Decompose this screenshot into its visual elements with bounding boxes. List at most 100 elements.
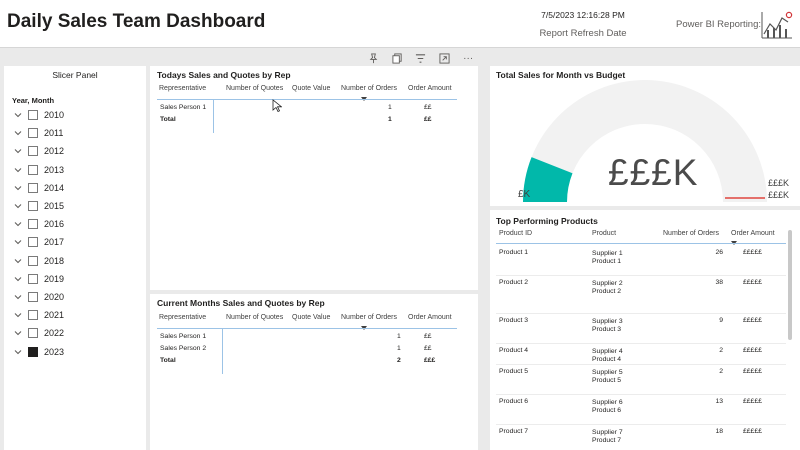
supplier-name: Supplier 3	[592, 318, 623, 325]
brand-logo	[761, 11, 793, 39]
column-header[interactable]: Number of Orders	[341, 85, 397, 92]
column-header[interactable]: Product	[592, 230, 616, 237]
mouse-cursor-icon	[272, 99, 283, 117]
column-header[interactable]: Representative	[159, 314, 206, 321]
copy-icon[interactable]	[390, 51, 404, 65]
column-header[interactable]: Order Amount	[731, 230, 775, 237]
year-item-2022[interactable]: 2022	[12, 325, 64, 341]
year-checkbox[interactable]	[28, 292, 38, 302]
table-cell: 1	[397, 333, 401, 340]
year-item-2018[interactable]: 2018	[12, 253, 64, 269]
order-count: 13	[715, 398, 723, 405]
product-name: Product 1	[592, 258, 622, 265]
year-item-2011[interactable]: 2011	[12, 125, 63, 141]
pin-icon[interactable]	[367, 51, 381, 65]
more-options-icon[interactable]: ···	[461, 51, 475, 65]
header-divider	[157, 99, 457, 100]
year-label: 2012	[44, 146, 65, 157]
report-header: Daily Sales Team Dashboard 7/5/2023 12:1…	[0, 0, 800, 48]
year-item-2017[interactable]: 2017	[12, 234, 64, 250]
year-item-2016[interactable]: 2016	[12, 216, 64, 232]
year-checkbox[interactable]	[28, 219, 38, 230]
product-id: Product 7	[499, 428, 529, 435]
header-divider	[496, 243, 786, 244]
year-item-2013[interactable]: 2013	[12, 162, 64, 178]
year-checkbox[interactable]	[28, 201, 38, 211]
year-checkbox[interactable]	[28, 255, 38, 266]
supplier-name: Supplier 5	[592, 369, 623, 376]
column-header[interactable]: Product ID	[499, 230, 532, 237]
year-checkbox[interactable]	[28, 110, 38, 120]
table-cell: Sales Person 1	[160, 104, 207, 111]
year-checkbox[interactable]	[28, 128, 38, 139]
table-cell: 1	[388, 104, 392, 111]
supplier-name: Supplier 1	[592, 250, 623, 257]
year-item-2021[interactable]: 2021	[12, 307, 64, 323]
year-label: 2021	[44, 310, 65, 321]
year-item-2019[interactable]: 2019	[12, 271, 64, 287]
chevron-down-icon[interactable]	[12, 291, 24, 303]
row-divider	[496, 313, 786, 314]
year-checkbox[interactable]	[28, 146, 38, 157]
product-id: Product 4	[499, 347, 529, 354]
product-name: Product 5	[592, 377, 622, 384]
year-checkbox[interactable]	[28, 273, 38, 284]
chevron-down-icon[interactable]	[12, 255, 24, 267]
year-checkbox[interactable]	[28, 328, 38, 339]
filter-icon[interactable]	[414, 51, 428, 65]
product-name: Product 2	[592, 288, 622, 295]
refresh-label: Report Refresh Date	[539, 28, 627, 39]
products-scrollbar[interactable]	[788, 230, 792, 340]
chevron-down-icon[interactable]	[12, 309, 24, 321]
table-cell: Sales Person 2	[160, 345, 207, 352]
column-header[interactable]: Order Amount	[408, 85, 452, 92]
year-item-2015[interactable]: 2015	[12, 198, 64, 214]
chevron-down-icon[interactable]	[12, 182, 24, 194]
chevron-down-icon[interactable]	[12, 164, 24, 176]
column-header[interactable]: Order Amount	[408, 314, 452, 321]
chevron-down-icon[interactable]	[12, 200, 24, 212]
year-checkbox[interactable]	[28, 310, 38, 321]
chevron-down-icon[interactable]	[12, 273, 24, 285]
column-header[interactable]: Representative	[159, 85, 206, 92]
column-header[interactable]: Number of Quotes	[226, 85, 283, 92]
year-item-2010[interactable]: 2010	[12, 107, 64, 123]
chevron-down-icon[interactable]	[12, 236, 24, 248]
product-id: Product 2	[499, 279, 529, 286]
year-label: 2014	[44, 182, 65, 193]
gauge-min-label: £K	[518, 189, 531, 200]
product-name: Product 7	[592, 437, 622, 444]
year-item-2014[interactable]: 2014	[12, 180, 64, 196]
product-id: Product 6	[499, 398, 529, 405]
chevron-down-icon[interactable]	[12, 109, 24, 121]
gauge-value: £££K	[608, 152, 699, 193]
year-item-2023[interactable]: 2023	[12, 344, 64, 360]
year-label: 2018	[44, 255, 65, 266]
column-header[interactable]: Number of Orders	[663, 230, 719, 237]
year-checkbox[interactable]	[28, 237, 38, 248]
year-label: 2016	[44, 219, 65, 230]
column-header[interactable]: Number of Quotes	[226, 314, 283, 321]
order-amount: £££££	[743, 347, 762, 354]
slicer-field-label: Year, Month	[12, 96, 55, 105]
chevron-down-icon[interactable]	[12, 218, 24, 230]
year-item-2012[interactable]: 2012	[12, 143, 64, 159]
column-divider	[213, 99, 214, 133]
year-checkbox[interactable]	[28, 164, 38, 175]
chevron-down-icon[interactable]	[12, 327, 24, 339]
column-header[interactable]: Number of Orders	[341, 314, 397, 321]
column-header[interactable]: Quote Value	[292, 314, 330, 321]
current-month-title: Current Months Sales and Quotes by Rep	[157, 298, 325, 308]
order-amount: £££££	[743, 317, 762, 324]
year-checkbox[interactable]	[28, 182, 38, 193]
year-checkbox[interactable]	[28, 346, 38, 357]
chevron-down-icon[interactable]	[12, 127, 24, 139]
year-item-2020[interactable]: 2020	[12, 289, 64, 305]
focus-mode-icon[interactable]	[438, 51, 452, 65]
chevron-down-icon[interactable]	[12, 145, 24, 157]
top-products-card	[490, 210, 800, 450]
column-header[interactable]: Quote Value	[292, 85, 330, 92]
chevron-down-icon[interactable]	[12, 346, 24, 358]
row-divider	[496, 424, 786, 425]
table-cell: ££	[424, 104, 432, 111]
